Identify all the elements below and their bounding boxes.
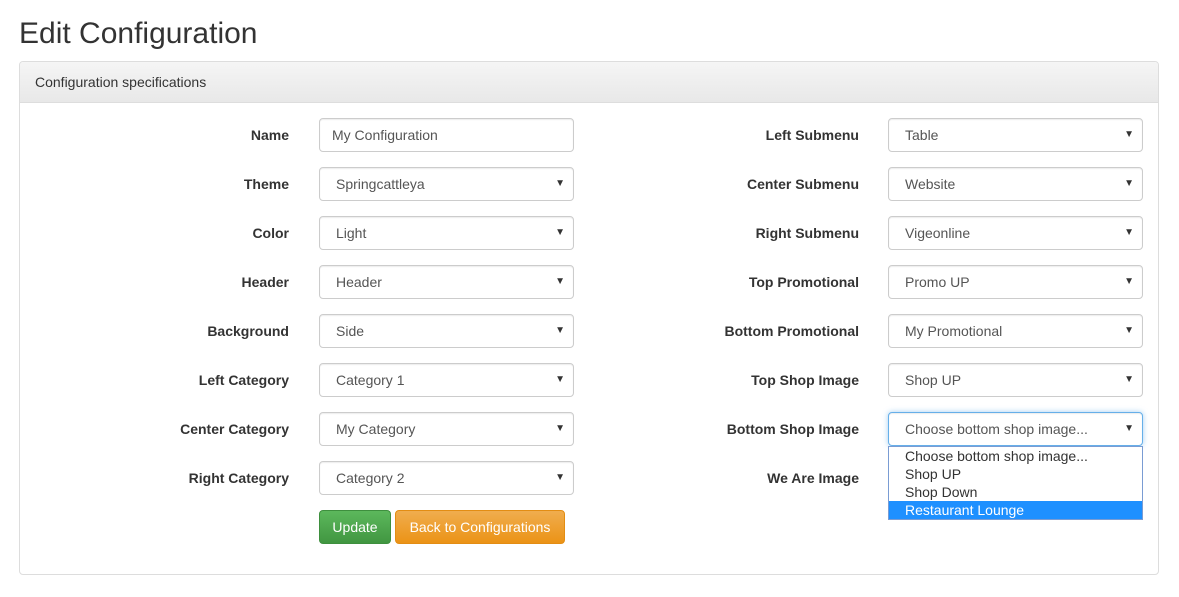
dropdown-option[interactable]: Shop UP (889, 465, 1142, 483)
top-shop-image-label: Top Shop Image (751, 372, 859, 388)
color-select-value: Light (336, 225, 367, 241)
chevron-down-icon: ▼ (555, 472, 565, 483)
left-category-select[interactable]: Category 1 ▼ (319, 363, 574, 397)
theme-select-value: Springcattleya (336, 176, 425, 192)
chevron-down-icon: ▼ (555, 374, 565, 385)
left-submenu-select-value: Table (905, 127, 939, 143)
chevron-down-icon: ▼ (1124, 374, 1134, 385)
background-select-value: Side (336, 323, 365, 339)
chevron-down-icon: ▼ (1124, 178, 1134, 189)
left-submenu-select[interactable]: Table ▼ (888, 118, 1143, 152)
chevron-down-icon: ▼ (1124, 325, 1134, 336)
chevron-down-icon: ▼ (1124, 276, 1134, 287)
top-promotional-select[interactable]: Promo UP ▼ (888, 265, 1143, 299)
dropdown-option[interactable]: Shop Down (889, 483, 1142, 501)
top-shop-image-select-value: Shop UP (905, 372, 962, 388)
left-category-select-value: Category 1 (336, 372, 405, 388)
dropdown-option[interactable]: Choose bottom shop image... (889, 447, 1142, 465)
chevron-down-icon: ▼ (1124, 227, 1134, 238)
right-category-label: Right Category (188, 470, 289, 486)
chevron-down-icon: ▼ (555, 423, 565, 434)
left-submenu-label: Left Submenu (765, 127, 859, 143)
bottom-shop-image-select[interactable]: Choose bottom shop image... ▼ (888, 412, 1143, 446)
name-input[interactable]: My Configuration (319, 118, 574, 152)
bottom-promotional-label: Bottom Promotional (724, 323, 859, 339)
header-label: Header (241, 274, 289, 290)
background-label: Background (207, 323, 289, 339)
back-to-configurations-button[interactable]: Back to Configurations (395, 510, 565, 544)
header-select[interactable]: Header ▼ (319, 265, 574, 299)
dropdown-option-highlighted[interactable]: Restaurant Lounge (889, 501, 1142, 519)
update-button[interactable]: Update (319, 510, 391, 544)
center-submenu-label: Center Submenu (746, 176, 859, 192)
bottom-promotional-select-value: My Promotional (905, 323, 1003, 339)
theme-label: Theme (243, 176, 289, 192)
background-select[interactable]: Side ▼ (319, 314, 574, 348)
center-category-select[interactable]: My Category ▼ (319, 412, 574, 446)
chevron-down-icon: ▼ (555, 325, 565, 336)
color-select[interactable]: Light ▼ (319, 216, 574, 250)
theme-select[interactable]: Springcattleya ▼ (319, 167, 574, 201)
right-submenu-label: Right Submenu (755, 225, 859, 241)
panel-heading: Configuration specifications (20, 62, 1158, 103)
left-category-label: Left Category (198, 372, 289, 388)
center-submenu-select[interactable]: Website ▼ (888, 167, 1143, 201)
right-category-select-value: Category 2 (336, 470, 405, 486)
top-shop-image-select[interactable]: Shop UP ▼ (888, 363, 1143, 397)
center-submenu-select-value: Website (905, 176, 956, 192)
center-category-select-value: My Category (336, 421, 416, 437)
configuration-panel: Configuration specifications Name My Con… (19, 61, 1159, 575)
chevron-down-icon: ▼ (555, 276, 565, 287)
top-promotional-select-value: Promo UP (905, 274, 970, 290)
chevron-down-icon: ▼ (1124, 129, 1134, 140)
right-submenu-select[interactable]: Vigeonline ▼ (888, 216, 1143, 250)
header-select-value: Header (336, 274, 382, 290)
center-category-label: Center Category (180, 421, 289, 437)
color-label: Color (252, 225, 289, 241)
chevron-down-icon: ▼ (555, 227, 565, 238)
bottom-shop-image-dropdown: Choose bottom shop image... Shop UP Shop… (888, 446, 1143, 520)
bottom-promotional-select[interactable]: My Promotional ▼ (888, 314, 1143, 348)
we-are-image-label: We Are Image (767, 470, 859, 486)
page-title: Edit Configuration (19, 17, 258, 50)
chevron-down-icon: ▼ (1124, 423, 1134, 434)
top-promotional-label: Top Promotional (748, 274, 859, 290)
right-submenu-select-value: Vigeonline (905, 225, 971, 241)
name-label: Name (250, 127, 289, 143)
bottom-shop-image-select-value: Choose bottom shop image... (905, 421, 1088, 437)
bottom-shop-image-label: Bottom Shop Image (726, 421, 859, 437)
chevron-down-icon: ▼ (555, 178, 565, 189)
right-category-select[interactable]: Category 2 ▼ (319, 461, 574, 495)
